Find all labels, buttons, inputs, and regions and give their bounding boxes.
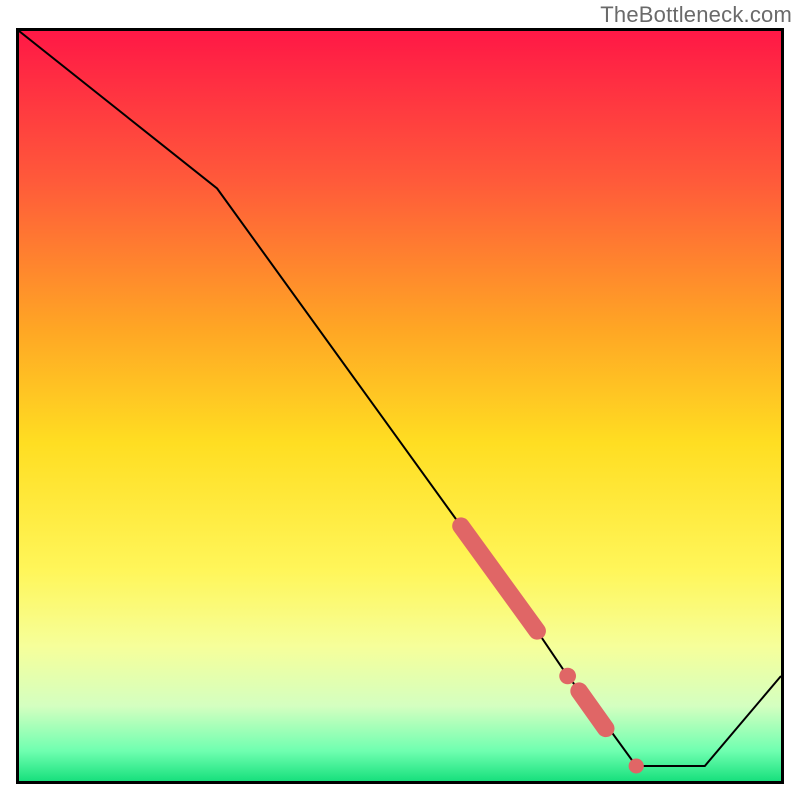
chart-frame: TheBottleneck.com [0,0,800,800]
marker-dot [559,668,576,685]
chart-svg [19,31,781,781]
marker-dot [629,759,644,774]
plot-area [16,28,784,784]
gradient-background [19,31,781,781]
watermark-text: TheBottleneck.com [600,2,792,28]
